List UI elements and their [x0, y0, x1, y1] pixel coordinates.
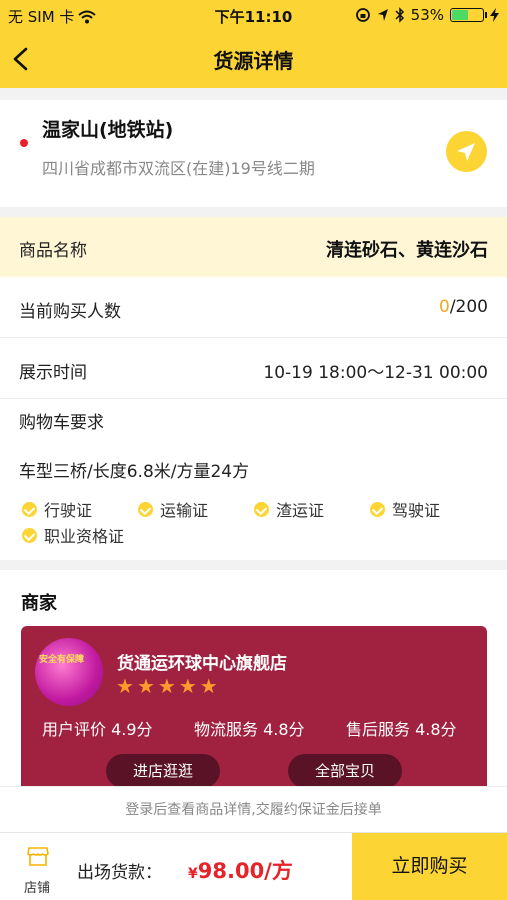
check-icon — [370, 501, 385, 517]
vehicle-spec: 车型三桥/长度6.8米/方量24方 — [19, 462, 250, 482]
buyers-label: 当前购买人数 — [19, 302, 121, 322]
product-label: 商品名称 — [19, 241, 87, 261]
display-time-row: 展示时间 10-19 18:00～12-31 00:00 — [0, 338, 507, 399]
cert-tag: 运输证 — [138, 497, 208, 521]
product-row: 商品名称 清连砂石、黄连沙石 — [0, 217, 507, 277]
all-items-button[interactable]: 全部宝贝 — [288, 754, 402, 788]
cert-label: 行驶证 — [44, 501, 93, 520]
star-icon: ★ — [136, 674, 155, 698]
status-right: 53% — [355, 6, 499, 24]
currency-symbol: ¥ — [188, 866, 198, 882]
avatar-badge-text: 安全有保障 — [39, 655, 85, 665]
buyers-current: 0 — [438, 297, 450, 317]
check-icon — [138, 501, 153, 517]
location-arrow-icon — [377, 9, 388, 21]
cert-tag: 职业资格证 — [22, 523, 124, 547]
cert-tag: 渣运证 — [254, 497, 324, 521]
buy-now-button[interactable]: 立即购买 — [352, 833, 507, 900]
store-icon[interactable] — [26, 844, 50, 868]
price-value: ¥98.00/方 — [188, 855, 293, 885]
display-time-label: 展示时间 — [19, 363, 87, 383]
charging-icon — [490, 8, 499, 22]
page-title: 货源详情 — [213, 49, 294, 73]
shop-avatar[interactable]: 安全有保障 — [35, 638, 103, 706]
store-label[interactable]: 店铺 — [24, 877, 50, 896]
navigate-arrow-icon — [457, 143, 475, 161]
navigate-button[interactable] — [446, 131, 487, 172]
enter-shop-button[interactable]: 进店逛逛 — [106, 754, 220, 788]
user-rating: 用户评价 4.9分 — [42, 720, 153, 739]
product-value: 清连砂石、黄连沙石 — [326, 240, 488, 261]
display-time-value: 10-19 18:00～12-31 00:00 — [263, 363, 488, 383]
shop-name[interactable]: 货通运环球中心旗舰店 — [117, 649, 287, 674]
star-icon: ★ — [157, 674, 176, 698]
location-name: 温家山(地铁站) — [42, 119, 174, 141]
nav-bar: 货源详情 — [0, 30, 507, 88]
price-label: 出场货款： — [77, 863, 162, 883]
check-icon — [254, 501, 269, 517]
cert-label: 职业资格证 — [44, 527, 125, 546]
login-notice: 登录后查看商品详情,交履约保证金后接单 — [0, 786, 507, 832]
cert-tag: 驾驶证 — [370, 497, 440, 521]
merchant-title: 商家 — [21, 593, 57, 614]
battery-percent: 53% — [410, 6, 444, 24]
cert-label: 驾驶证 — [392, 501, 441, 520]
buyers-row: 当前购买人数 0/200 — [0, 277, 507, 338]
check-icon — [22, 501, 37, 517]
logistics-rating: 物流服务 4.8分 — [194, 720, 305, 739]
cert-tag: 行驶证 — [22, 497, 92, 521]
location-dot-icon — [20, 139, 28, 147]
star-icon: ★ — [116, 674, 134, 698]
cart-requirements-title: 购物车要求 — [19, 413, 104, 433]
buyers-value: 0/200 — [439, 297, 488, 317]
check-icon — [22, 527, 37, 543]
buyers-total: /200 — [449, 297, 488, 317]
cert-label: 运输证 — [160, 501, 209, 520]
after-sales-rating: 售后服务 4.8分 — [346, 720, 457, 739]
rotation-lock-icon — [355, 8, 370, 22]
shop-stars: ★ ★ ★ ★ ★ — [116, 676, 218, 696]
bluetooth-icon — [395, 7, 404, 23]
star-icon: ★ — [199, 674, 218, 698]
price-amount: 98.00/方 — [197, 859, 293, 883]
location-address: 四川省成都市双流区(在建)19号线二期 — [42, 159, 315, 178]
star-icon: ★ — [178, 674, 197, 698]
cert-label: 渣运证 — [276, 501, 325, 520]
battery-icon — [450, 8, 487, 22]
status-bar: 无 SIM 卡 下午11:10 53% — [0, 0, 507, 30]
